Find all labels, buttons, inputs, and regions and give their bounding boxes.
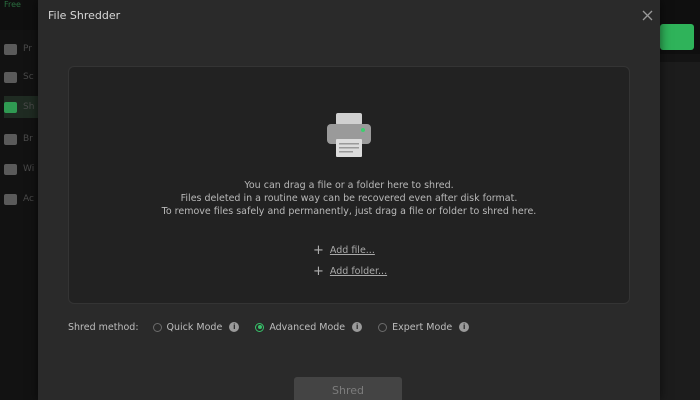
add-file-label: Add file... <box>329 245 375 256</box>
background-action-button <box>660 24 694 50</box>
expert-mode-label: Expert Mode <box>392 321 453 333</box>
expert-mode-option[interactable]: Expert Mode i <box>378 321 470 333</box>
shred-method-label: Shred method: <box>68 321 139 333</box>
drop-zone[interactable]: You can drag a file or a folder here to … <box>68 66 630 304</box>
sidebar-item-label: Sh <box>23 102 35 112</box>
drop-instruction-line: You can drag a file or a folder here to … <box>244 180 454 191</box>
advanced-mode-radio[interactable] <box>255 322 265 332</box>
quick-mode-option[interactable]: Quick Mode i <box>152 321 240 333</box>
plus-icon: + <box>313 263 324 279</box>
app-window: Free Pr Sc Sh Br Wi Ac File Shredder You… <box>0 0 700 400</box>
quick-mode-label: Quick Mode <box>166 321 223 333</box>
sidebar-item-label: Ac <box>23 194 34 204</box>
info-icon[interactable]: i <box>352 322 363 332</box>
grid-icon <box>4 43 17 55</box>
background-right-panel <box>660 62 700 400</box>
drop-instruction-line: To remove files safely and permanently, … <box>161 206 537 217</box>
expert-mode-radio[interactable] <box>378 322 388 332</box>
shred-method-group: Shred method: Quick Mode i Advanced Mode… <box>68 320 485 334</box>
sidebar-item-account: Ac <box>4 188 38 210</box>
close-icon <box>642 10 652 20</box>
sidebar-item-browser: Br <box>4 128 38 150</box>
file-shredder-dialog: File Shredder You can drag a file or a f… <box>38 0 660 400</box>
add-folder-label: Add folder... <box>329 266 388 277</box>
advanced-mode-option[interactable]: Advanced Mode i <box>255 321 363 333</box>
sidebar-item-label: Pr <box>23 44 32 54</box>
info-icon[interactable]: i <box>229 322 240 332</box>
plus-icon: + <box>313 242 324 258</box>
sidebar-item-scan: Sc <box>4 66 38 88</box>
account-icon <box>4 193 17 205</box>
dialog-title: File Shredder <box>48 9 121 22</box>
advanced-mode-label: Advanced Mode <box>269 321 346 333</box>
sidebar-item-privacy: Pr <box>4 38 38 60</box>
sidebar-item-shredder: Sh <box>4 96 38 118</box>
quick-mode-radio[interactable] <box>152 322 162 332</box>
close-button[interactable] <box>638 6 656 24</box>
sidebar-item-label: Br <box>23 134 33 144</box>
drop-instruction-line: Files deleted in a routine way can be re… <box>180 193 518 204</box>
lock-icon <box>4 163 17 175</box>
info-icon[interactable]: i <box>459 322 470 332</box>
browser-icon <box>4 133 17 145</box>
add-file-link[interactable]: + Add file... <box>313 242 375 258</box>
shred-button[interactable]: Shred <box>294 377 402 400</box>
background-brand: Free <box>4 0 21 9</box>
sidebar-item-label: Wi <box>23 164 35 174</box>
background-sidebar: Pr Sc Sh Br Wi Ac <box>0 30 38 400</box>
scan-icon <box>4 71 17 83</box>
shredder-icon <box>4 101 17 113</box>
shredder-icon <box>327 113 371 157</box>
sidebar-item-label: Sc <box>23 72 34 82</box>
sidebar-item-wifi: Wi <box>4 158 38 180</box>
add-folder-link[interactable]: + Add folder... <box>313 263 388 279</box>
